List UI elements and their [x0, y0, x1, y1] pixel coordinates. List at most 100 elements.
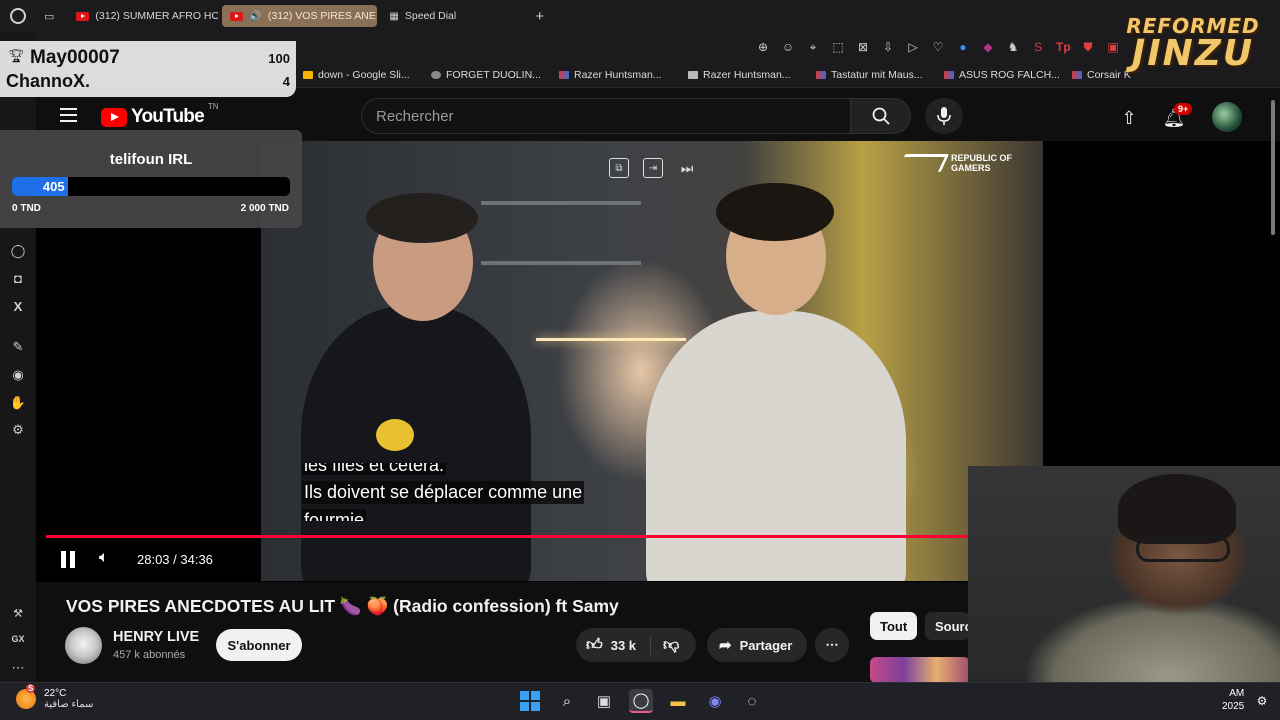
new-tab-button[interactable]: +	[535, 8, 544, 25]
chip-all[interactable]: Tout	[870, 612, 918, 640]
more-actions-button[interactable]: ⋯	[815, 628, 849, 662]
share-button[interactable]: ➦ Partager	[707, 628, 807, 662]
paw-icon[interactable]: ✋	[9, 395, 27, 411]
reformed-jinzu-logo: REFORMED JINZU	[1118, 16, 1268, 72]
bookmark-favicon-icon	[559, 71, 569, 79]
recommended-thumbnail[interactable]	[870, 657, 970, 683]
speed-dial-icon: ▦	[389, 10, 399, 22]
account-avatar[interactable]	[1212, 102, 1242, 132]
goal-progress-bar: 405	[12, 177, 290, 196]
player-icon[interactable]: ◉	[9, 367, 27, 383]
discord-icon[interactable]: ◉	[703, 689, 727, 713]
extension-s-icon[interactable]: S	[1031, 40, 1045, 55]
bookmark-favicon-icon	[431, 71, 441, 79]
tab-vos-pires[interactable]: 🔊 (312) VOS PIRES ANE	[222, 5, 378, 27]
snapshot-icon[interactable]: ⬚	[831, 40, 845, 55]
video-title: VOS PIRES ANECDOTES AU LIT 🍆 🍑 (Radio co…	[66, 596, 619, 616]
heart-icon[interactable]: ♡	[931, 40, 945, 55]
taskbar-search-icon[interactable]: ⌕	[555, 689, 579, 713]
streamer-glasses	[1136, 536, 1230, 562]
youtube-wordmark: YouTube	[131, 106, 205, 127]
caption-line: les files et cetera.	[302, 463, 447, 475]
miniplayer-icon[interactable]: ⧉	[609, 158, 629, 178]
bookmark-item[interactable]: Razer Huntsman...	[559, 69, 662, 81]
opera-logo-icon[interactable]	[10, 8, 26, 24]
subscribe-button[interactable]: S'abonner	[216, 629, 302, 661]
extension-white-icon[interactable]: ♞	[1006, 40, 1020, 55]
bookmark-item[interactable]: FORGET DUOLIN...	[431, 69, 541, 81]
page-scrollbar[interactable]	[1271, 100, 1275, 235]
bookmark-item[interactable]: ASUS ROG FALCH...	[944, 69, 1060, 81]
app-icon[interactable]: ◌	[740, 689, 764, 713]
speaker-icon: 🔊	[249, 10, 262, 22]
mic-icon	[937, 107, 951, 125]
tab-speed-dial[interactable]: ▦ Speed Dial	[381, 5, 531, 27]
zoom-icon[interactable]: ⊕	[756, 40, 770, 55]
brush-icon[interactable]: ✎	[9, 339, 27, 355]
pause-button[interactable]	[60, 551, 76, 568]
opera-gx-icon[interactable]: ◯	[629, 689, 653, 713]
file-explorer-icon[interactable]: ▬	[666, 689, 690, 713]
leaderboard-overlay: 🏆︎ May00007 100 ChannoX. 4	[0, 41, 296, 97]
download-icon[interactable]: ⇩	[881, 40, 895, 55]
system-clock[interactable]: AM 2025	[1222, 687, 1244, 713]
bookmark-item[interactable]: down - Google Sli...	[303, 69, 410, 81]
exit-icon[interactable]: ⇥	[643, 158, 663, 178]
pin-icon[interactable]: ⌖	[806, 40, 820, 55]
messenger-icon[interactable]: ◯	[9, 243, 27, 259]
volume-icon[interactable]: 🔈︎	[99, 549, 109, 567]
tab-summer-afro[interactable]: (312) SUMMER AFRO HO	[68, 5, 218, 27]
skip-icon[interactable]: ⏭	[677, 158, 697, 178]
extension-shield-icon[interactable]: ⛊	[1081, 40, 1095, 55]
channel-avatar[interactable]	[65, 627, 102, 664]
extension-tp-icon[interactable]: Tp	[1056, 40, 1071, 55]
windows-start-icon[interactable]	[518, 689, 542, 713]
bookmark-item[interactable]: Tastatur mit Maus...	[816, 69, 923, 81]
goal-title: telifoun IRL	[109, 151, 193, 168]
share-icon: ➦	[719, 637, 732, 654]
goal-min: 0 TND	[12, 203, 41, 214]
rog-logo: REPUBLIC OF GAMERS	[896, 153, 1031, 173]
shelf	[481, 201, 641, 205]
voice-search-button[interactable]	[925, 98, 963, 134]
bookmark-favicon-icon	[303, 71, 313, 79]
progress-fill	[46, 535, 1028, 538]
youtube-logo[interactable]: YouTube TN	[101, 102, 219, 128]
leaderboard-value: 100	[268, 51, 290, 66]
chip-source[interactable]: Sourc	[925, 612, 970, 640]
extension-blue-icon[interactable]: ●	[956, 40, 970, 55]
tab-manager-icon[interactable]: ▭	[44, 10, 54, 23]
extension-ublock-icon[interactable]: ◆	[981, 40, 995, 55]
weather-widget[interactable]: S 22°C سماء صافية	[16, 684, 93, 710]
instagram-icon[interactable]: ◘	[9, 271, 27, 286]
gx-icon[interactable]: GX	[9, 634, 27, 644]
person-left	[301, 306, 531, 581]
settings-icon[interactable]: ⚙	[9, 422, 27, 438]
search-button[interactable]	[851, 98, 911, 134]
bookmark-label: FORGET DUOLIN...	[446, 69, 541, 81]
emoji-icon[interactable]: ☺	[781, 40, 795, 55]
yellow-figure	[376, 419, 414, 451]
like-dislike-group: 👍︎ 33 k 👎︎	[576, 628, 696, 662]
vpn-icon[interactable]: ⊠	[856, 40, 870, 55]
task-view-icon[interactable]: ▣	[592, 689, 616, 713]
dislike-button[interactable]: 👎︎	[651, 636, 679, 655]
channel-name[interactable]: HENRY LIVE	[113, 629, 199, 645]
tools-icon[interactable]: ⚒	[9, 607, 27, 620]
notification-center-icon[interactable]: ⚙	[1250, 689, 1274, 713]
bookmark-favicon-icon	[688, 71, 698, 79]
extensions-toolbar: ⊕ ☺ ⌖ ⬚ ⊠ ⇩ ▷ ♡ ● ◆ ♞ S Tp ⛊ ▣	[756, 40, 1120, 55]
leaderboard-name: ChannoX.	[6, 71, 90, 91]
bookmark-item[interactable]: Razer Huntsman...	[688, 69, 791, 81]
play-icon[interactable]: ▷	[906, 40, 920, 55]
x-icon[interactable]: X	[9, 299, 27, 314]
more-icon[interactable]: ⋯	[9, 660, 27, 676]
like-count: 33 k	[610, 637, 637, 653]
search-input[interactable]: Rechercher	[361, 98, 851, 134]
rog-eye-icon	[896, 154, 950, 172]
webcam-overlay	[968, 466, 1280, 682]
menu-icon[interactable]	[60, 108, 77, 126]
like-button[interactable]: 👍︎ 33 k	[576, 635, 651, 655]
video-top-controls: ⧉ ⇥ ⏭	[609, 158, 697, 178]
upload-icon[interactable]: ⇧	[1115, 104, 1143, 132]
